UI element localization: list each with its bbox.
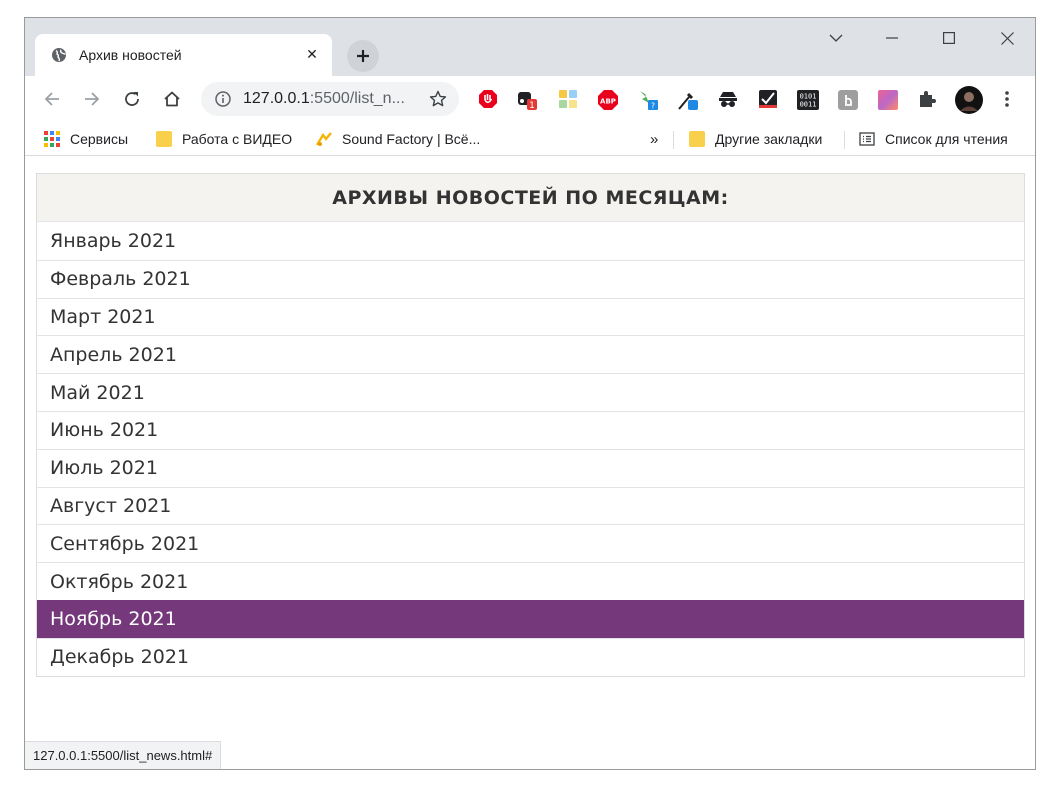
globe-icon xyxy=(51,47,67,63)
info-icon xyxy=(215,91,231,107)
svg-text:0101: 0101 xyxy=(800,93,817,101)
browser-window: Архив новостей ✕ 127.0.0.1:5500/list_n..… xyxy=(24,17,1036,770)
reload-icon xyxy=(125,92,139,106)
month-link[interactable]: Май 2021 xyxy=(37,373,1024,411)
color-picker-icon[interactable] xyxy=(677,89,698,110)
close-window-button[interactable] xyxy=(987,24,1027,52)
gradient-extension-icon[interactable] xyxy=(877,89,898,110)
home-button[interactable] xyxy=(157,84,187,114)
svg-text:?: ? xyxy=(651,102,655,111)
maximize-icon xyxy=(943,32,955,44)
folder-icon xyxy=(156,131,172,147)
checkbox-extension-icon[interactable] xyxy=(758,89,778,109)
tab-strip: Архив новостей ✕ xyxy=(25,18,1035,76)
bookmark-sound-factory[interactable]: Sound Factory | Всё... xyxy=(316,129,480,149)
status-bar: 127.0.0.1:5500/list_news.html# xyxy=(25,741,222,769)
more-bookmarks-label: » xyxy=(650,130,659,148)
month-link[interactable]: Январь 2021 xyxy=(37,222,1024,260)
new-tab-button[interactable] xyxy=(347,40,379,72)
archive-heading: АРХИВЫ НОВОСТЕЙ ПО МЕСЯЦАМ: xyxy=(37,174,1024,222)
browser-toolbar: 127.0.0.1:5500/list_n... 1 ABP ? 0101 00… xyxy=(25,76,1035,122)
address-text: 127.0.0.1:5500/list_n... xyxy=(243,90,405,107)
maximize-button[interactable] xyxy=(929,24,969,52)
minimize-button[interactable] xyxy=(872,24,912,52)
incognito-extension-icon[interactable] xyxy=(717,89,737,109)
bookmark-other-label: Другие закладки xyxy=(715,131,823,147)
back-button[interactable] xyxy=(37,84,67,114)
plus-icon xyxy=(357,50,369,62)
month-link[interactable]: Декабрь 2021 xyxy=(37,637,1024,676)
tab-archive[interactable]: Архив новостей ✕ xyxy=(35,34,332,76)
bookmark-apps[interactable]: Сервисы xyxy=(44,129,128,149)
arrow-left-icon xyxy=(44,92,59,106)
month-link[interactable]: Ноябрь 2021 xyxy=(37,599,1024,638)
reading-list-button[interactable]: Список для чтения xyxy=(859,129,1008,149)
svg-text:ABP: ABP xyxy=(600,98,616,106)
bookmark-sound-label: Sound Factory | Всё... xyxy=(342,131,481,147)
bookmark-video-label: Работа с ВИДЕО xyxy=(182,131,293,147)
menu-dots-icon[interactable] xyxy=(997,89,1017,109)
bookmarks-divider xyxy=(844,131,845,149)
bookmark-apps-label: Сервисы xyxy=(70,131,129,147)
month-link[interactable]: Июль 2021 xyxy=(37,448,1024,487)
month-link[interactable]: Август 2021 xyxy=(37,486,1024,525)
tab-search-button[interactable] xyxy=(816,24,856,52)
download-helper-icon[interactable]: ? xyxy=(637,89,658,111)
minimize-icon xyxy=(886,37,898,39)
forward-button[interactable] xyxy=(77,84,107,114)
address-bar[interactable]: 127.0.0.1:5500/list_n... xyxy=(201,82,459,116)
month-link[interactable]: Октябрь 2021 xyxy=(37,562,1024,600)
month-list: Январь 2021 Февраль 2021 Март 2021 Апрель 2… xyxy=(37,222,1024,676)
month-link[interactable]: Июнь 2021 xyxy=(37,410,1024,449)
close-tab-icon[interactable]: ✕ xyxy=(300,43,324,67)
tiles-extension-icon[interactable] xyxy=(558,89,578,109)
tab-title: Архив новостей xyxy=(79,47,182,63)
bookmark-other[interactable]: Другие закладки xyxy=(689,129,822,149)
bookmarks-divider xyxy=(673,131,674,149)
reading-list-label: Список для чтения xyxy=(885,131,1008,147)
month-link[interactable]: Сентябрь 2021 xyxy=(37,524,1024,563)
page-content: АРХИВЫ НОВОСТЕЙ ПО МЕСЯЦАМ: Январь 2021 Ф… xyxy=(25,157,1035,769)
bookmarks-bar: Сервисы Работа с ВИДЕО Sound Factory | В… xyxy=(25,122,1035,156)
profile-avatar[interactable] xyxy=(955,86,983,114)
bookmark-video[interactable]: Работа с ВИДЕО xyxy=(156,129,292,149)
month-link[interactable]: Апрель 2021 xyxy=(37,335,1024,374)
home-icon xyxy=(164,91,180,107)
sound-factory-icon xyxy=(316,132,332,146)
ublock-extension-icon[interactable] xyxy=(478,89,498,109)
extension-badge: 1 xyxy=(529,101,535,111)
adblock-plus-icon[interactable]: ABP xyxy=(597,89,618,110)
extensions-puzzle-icon[interactable] xyxy=(917,89,937,109)
more-bookmarks-button[interactable]: » xyxy=(650,129,658,149)
bookmark-star-icon[interactable] xyxy=(429,90,447,108)
svg-text:0011: 0011 xyxy=(800,101,817,109)
reload-button[interactable] xyxy=(117,84,147,114)
arrow-right-icon xyxy=(85,92,100,106)
counter-extension-icon[interactable]: 1 xyxy=(517,89,537,111)
reading-list-icon xyxy=(859,132,875,146)
touch-extension-icon[interactable] xyxy=(837,89,858,110)
month-link[interactable]: Март 2021 xyxy=(37,297,1024,336)
news-archive-panel: АРХИВЫ НОВОСТЕЙ ПО МЕСЯЦАМ: Январь 2021 Ф… xyxy=(36,173,1025,677)
chevron-down-icon xyxy=(829,34,843,42)
month-link[interactable]: Февраль 2021 xyxy=(37,259,1024,298)
apps-grid-icon xyxy=(44,131,60,147)
folder-icon xyxy=(689,131,705,147)
close-icon xyxy=(1000,31,1014,45)
binary-extension-icon[interactable]: 0101 0011 xyxy=(797,89,819,110)
